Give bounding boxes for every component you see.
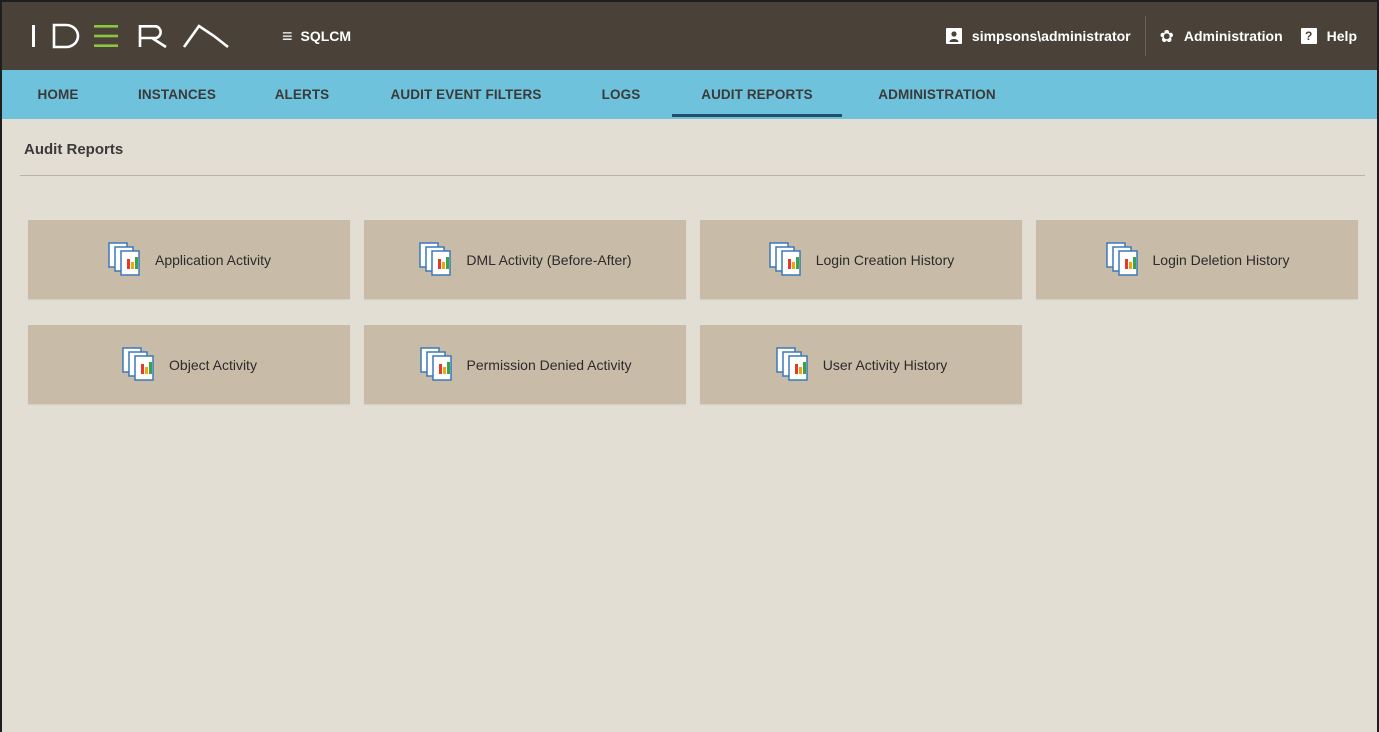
product-menu[interactable]: ≡ SQLCM [282,2,351,70]
tab-instances-label: INSTANCES [138,87,216,102]
administration-label: Administration [1183,28,1283,44]
gear-icon: ✿ [1159,26,1174,46]
report-stack-icon [122,346,154,381]
report-tile-login-creation-history[interactable]: Login Creation History [700,220,1022,299]
report-label: Application Activity [155,251,271,268]
tab-home[interactable]: HOME [34,70,82,119]
report-stack-icon [1105,241,1138,276]
tab-alerts-label: ALERTS [274,87,330,102]
logo-mark [32,23,229,49]
product-name: SQLCM [300,28,352,44]
report-label: Permission Denied Activity [466,356,632,373]
report-stack-icon [419,346,452,381]
report-tile-application-activity[interactable]: Application Activity [28,220,350,299]
report-label: User Activity History [822,356,948,373]
tab-instances[interactable]: INSTANCES [134,70,220,119]
help-menu[interactable]: ? Help [1297,2,1377,70]
report-stack-icon [108,241,140,276]
user-name: simpsons\administrator [971,28,1131,44]
hamburger-icon: ≡ [282,26,293,46]
report-stack-icon [768,241,801,276]
administration-menu[interactable]: ✿ Administration [1146,2,1297,70]
tab-administration[interactable]: ADMINISTRATION [870,70,1004,119]
page-title: Audit Reports [24,141,124,158]
report-tile-object-activity[interactable]: Object Activity [28,325,350,404]
app-window: ≡ SQLCM simpsons\administrator ✿ Adminis… [0,0,1379,732]
title-divider [20,175,1365,176]
help-label: Help [1326,28,1357,44]
report-tile-user-activity-history[interactable]: User Activity History [700,325,1022,404]
tab-home-label: HOME [37,87,79,102]
report-label: DML Activity (Before-After) [466,251,632,268]
idera-logo[interactable] [32,21,232,51]
main-nav: HOME INSTANCES ALERTS AUDIT EVENT FILTER… [2,70,1377,119]
report-tile-permission-denied-activity[interactable]: Permission Denied Activity [364,325,686,404]
report-stack-icon [776,346,808,381]
top-bar: ≡ SQLCM simpsons\administrator ✿ Adminis… [2,2,1377,70]
report-label: Login Creation History [815,251,955,268]
tab-audit-reports-label: AUDIT REPORTS [701,87,813,102]
tab-logs[interactable]: LOGS [600,70,642,119]
user-menu[interactable]: simpsons\administrator [932,2,1145,70]
tab-audit-reports[interactable]: AUDIT REPORTS [672,70,842,119]
user-icon [945,28,962,44]
report-label: Login Deletion History [1152,251,1290,268]
tab-audit-event-filters[interactable]: AUDIT EVENT FILTERS [384,70,548,119]
report-tile-login-deletion-history[interactable]: Login Deletion History [1036,220,1358,299]
tab-alerts[interactable]: ALERTS [272,70,332,119]
tab-audit-event-filters-label: AUDIT EVENT FILTERS [390,87,542,102]
help-icon: ? [1300,28,1317,44]
tab-administration-label: ADMINISTRATION [878,87,996,102]
report-tile-dml-activity[interactable]: DML Activity (Before-After) [364,220,686,299]
top-right-menu: simpsons\administrator ✿ Administration … [932,2,1377,70]
tab-logs-label: LOGS [601,87,641,102]
report-label: Object Activity [169,356,257,373]
report-stack-icon [419,241,452,276]
